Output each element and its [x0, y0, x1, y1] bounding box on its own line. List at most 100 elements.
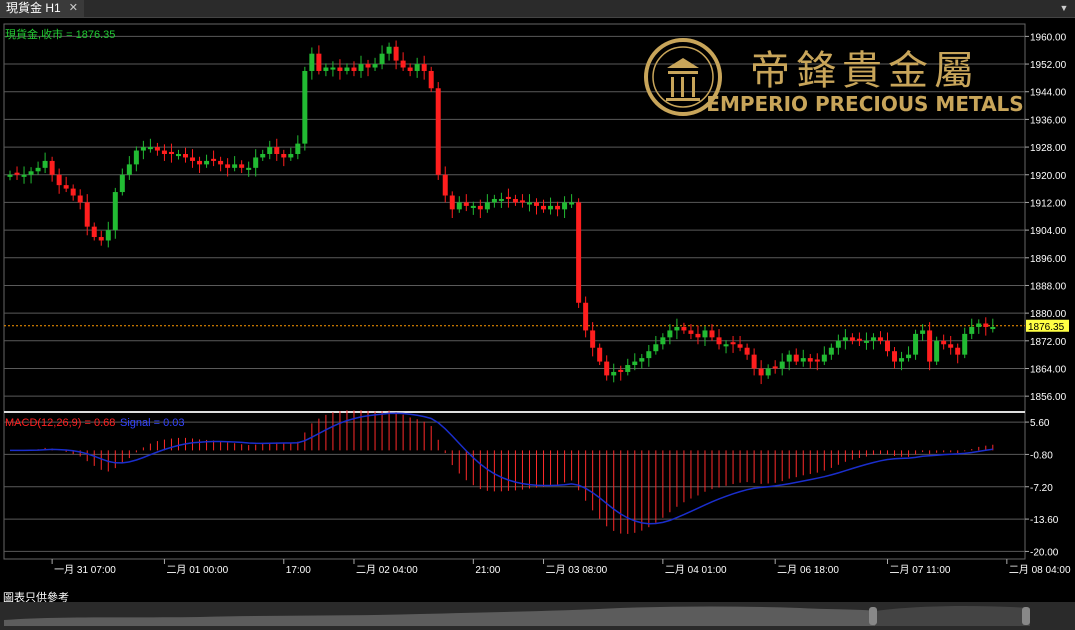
- candle-body: [681, 326, 687, 331]
- x-tick-label: 二月 07 11:00: [890, 564, 951, 576]
- y-tick-label: 1952.00: [1030, 60, 1067, 71]
- macd-legend: MACD(12,26,9) = 0.68: [5, 417, 115, 429]
- candle-body: [709, 330, 715, 338]
- x-tick-label: 二月 01 00:00: [166, 564, 228, 576]
- candle-body: [246, 167, 252, 170]
- candle-body: [168, 151, 174, 154]
- candle-body: [316, 53, 322, 71]
- candle-body: [183, 154, 188, 158]
- candle-body: [400, 60, 406, 68]
- candle-body: [576, 202, 582, 303]
- tab-bar: 現貨金 H1 ✕ ▼: [0, 0, 1075, 18]
- candle-body: [990, 326, 996, 330]
- watermark-en: EMPERIO PRECIOUS METALS: [706, 92, 1023, 116]
- y-tick-label: 1904.00: [1030, 226, 1067, 237]
- candle-body: [428, 70, 434, 89]
- candle-body: [660, 337, 666, 345]
- candle-body: [175, 154, 181, 157]
- candle-body: [590, 330, 596, 348]
- price-chart[interactable]: 1960.00 1952.00 1944.00 1936.00 1928.00 1920.…: [0, 18, 1075, 602]
- close-icon[interactable]: ✕: [69, 0, 78, 17]
- candle-body: [646, 351, 652, 359]
- candle-body: [253, 157, 259, 168]
- candle-body: [814, 359, 820, 362]
- candle-body: [126, 164, 132, 175]
- tab-title: 現貨金 H1: [6, 1, 61, 15]
- candle-body: [372, 64, 378, 68]
- candle-body: [56, 174, 62, 186]
- candle-body: [133, 150, 139, 165]
- chart-scrollbar[interactable]: [0, 602, 1075, 630]
- scroll-handle-right[interactable]: [1022, 607, 1030, 625]
- candle-body: [309, 53, 315, 71]
- candle-body: [934, 340, 940, 362]
- candle-body: [112, 192, 118, 231]
- candle-body: [414, 64, 420, 71]
- candle-body: [962, 333, 968, 355]
- macd-y-tick-label: 5.60: [1030, 418, 1050, 429]
- candle-body: [541, 205, 547, 210]
- candle-body: [688, 330, 694, 334]
- candle-body: [49, 160, 55, 175]
- candle-body: [239, 164, 245, 168]
- tab-chart[interactable]: 現貨金 H1 ✕: [0, 0, 84, 17]
- candle-body: [927, 330, 933, 362]
- candle-body: [98, 237, 104, 241]
- candle-body: [899, 358, 905, 362]
- macd-y-tick-label: -7.20: [1030, 483, 1053, 494]
- candle-body: [386, 46, 392, 54]
- candle-body: [667, 330, 673, 338]
- candle-body: [772, 366, 778, 369]
- candle-body: [716, 337, 722, 345]
- y-tick-label: 1928.00: [1030, 143, 1067, 154]
- candle-body: [793, 354, 799, 362]
- candle-body: [337, 67, 343, 71]
- candle-body: [197, 160, 203, 165]
- scroll-handle-left[interactable]: [869, 607, 877, 625]
- candle-body: [288, 154, 294, 158]
- candle-body: [863, 340, 869, 343]
- candle-body: [849, 337, 855, 341]
- candle-body: [211, 158, 217, 161]
- y-tick-label: 1856.00: [1030, 392, 1067, 403]
- candle-body: [77, 195, 83, 203]
- candle-body: [330, 67, 336, 70]
- candle-body: [548, 205, 554, 210]
- candle-body: [835, 340, 841, 348]
- x-tick-label: 一月 31 07:00: [54, 564, 116, 576]
- candle-body: [562, 202, 568, 210]
- candle-body: [442, 174, 448, 196]
- candle-body: [618, 369, 624, 372]
- candle-body: [779, 361, 785, 369]
- candle-body: [344, 67, 350, 71]
- candle-body: [906, 354, 912, 359]
- candle-body: [505, 196, 511, 199]
- candle-body: [597, 347, 603, 362]
- candle-body: [484, 202, 490, 210]
- candle-body: [842, 337, 848, 341]
- candle-body: [534, 202, 539, 206]
- x-tick-label: 二月 08 04:00: [1009, 564, 1071, 576]
- candle-body: [870, 337, 876, 341]
- candle-body: [365, 64, 371, 68]
- chevron-down-icon[interactable]: ▼: [1057, 0, 1071, 17]
- y-tick-label: 1944.00: [1030, 88, 1067, 99]
- candle-body: [821, 354, 827, 362]
- candle-body: [695, 333, 701, 338]
- candle-body: [407, 67, 413, 71]
- candle-body: [105, 230, 111, 241]
- candle-body: [295, 143, 301, 154]
- candle-body: [463, 202, 469, 206]
- candle-body: [470, 205, 476, 208]
- candle-body: [877, 337, 883, 341]
- candle-body: [63, 185, 69, 189]
- candle-body: [393, 46, 399, 61]
- candle-body: [583, 302, 589, 331]
- candle-body: [737, 344, 743, 348]
- y-tick-label: 1920.00: [1030, 171, 1067, 182]
- x-tick-label: 17:00: [286, 565, 311, 576]
- candle-body: [885, 340, 890, 352]
- signal-legend: Signal = 0.03: [120, 417, 185, 429]
- x-tick-label: 21:00: [475, 565, 500, 576]
- candle-body: [456, 202, 462, 210]
